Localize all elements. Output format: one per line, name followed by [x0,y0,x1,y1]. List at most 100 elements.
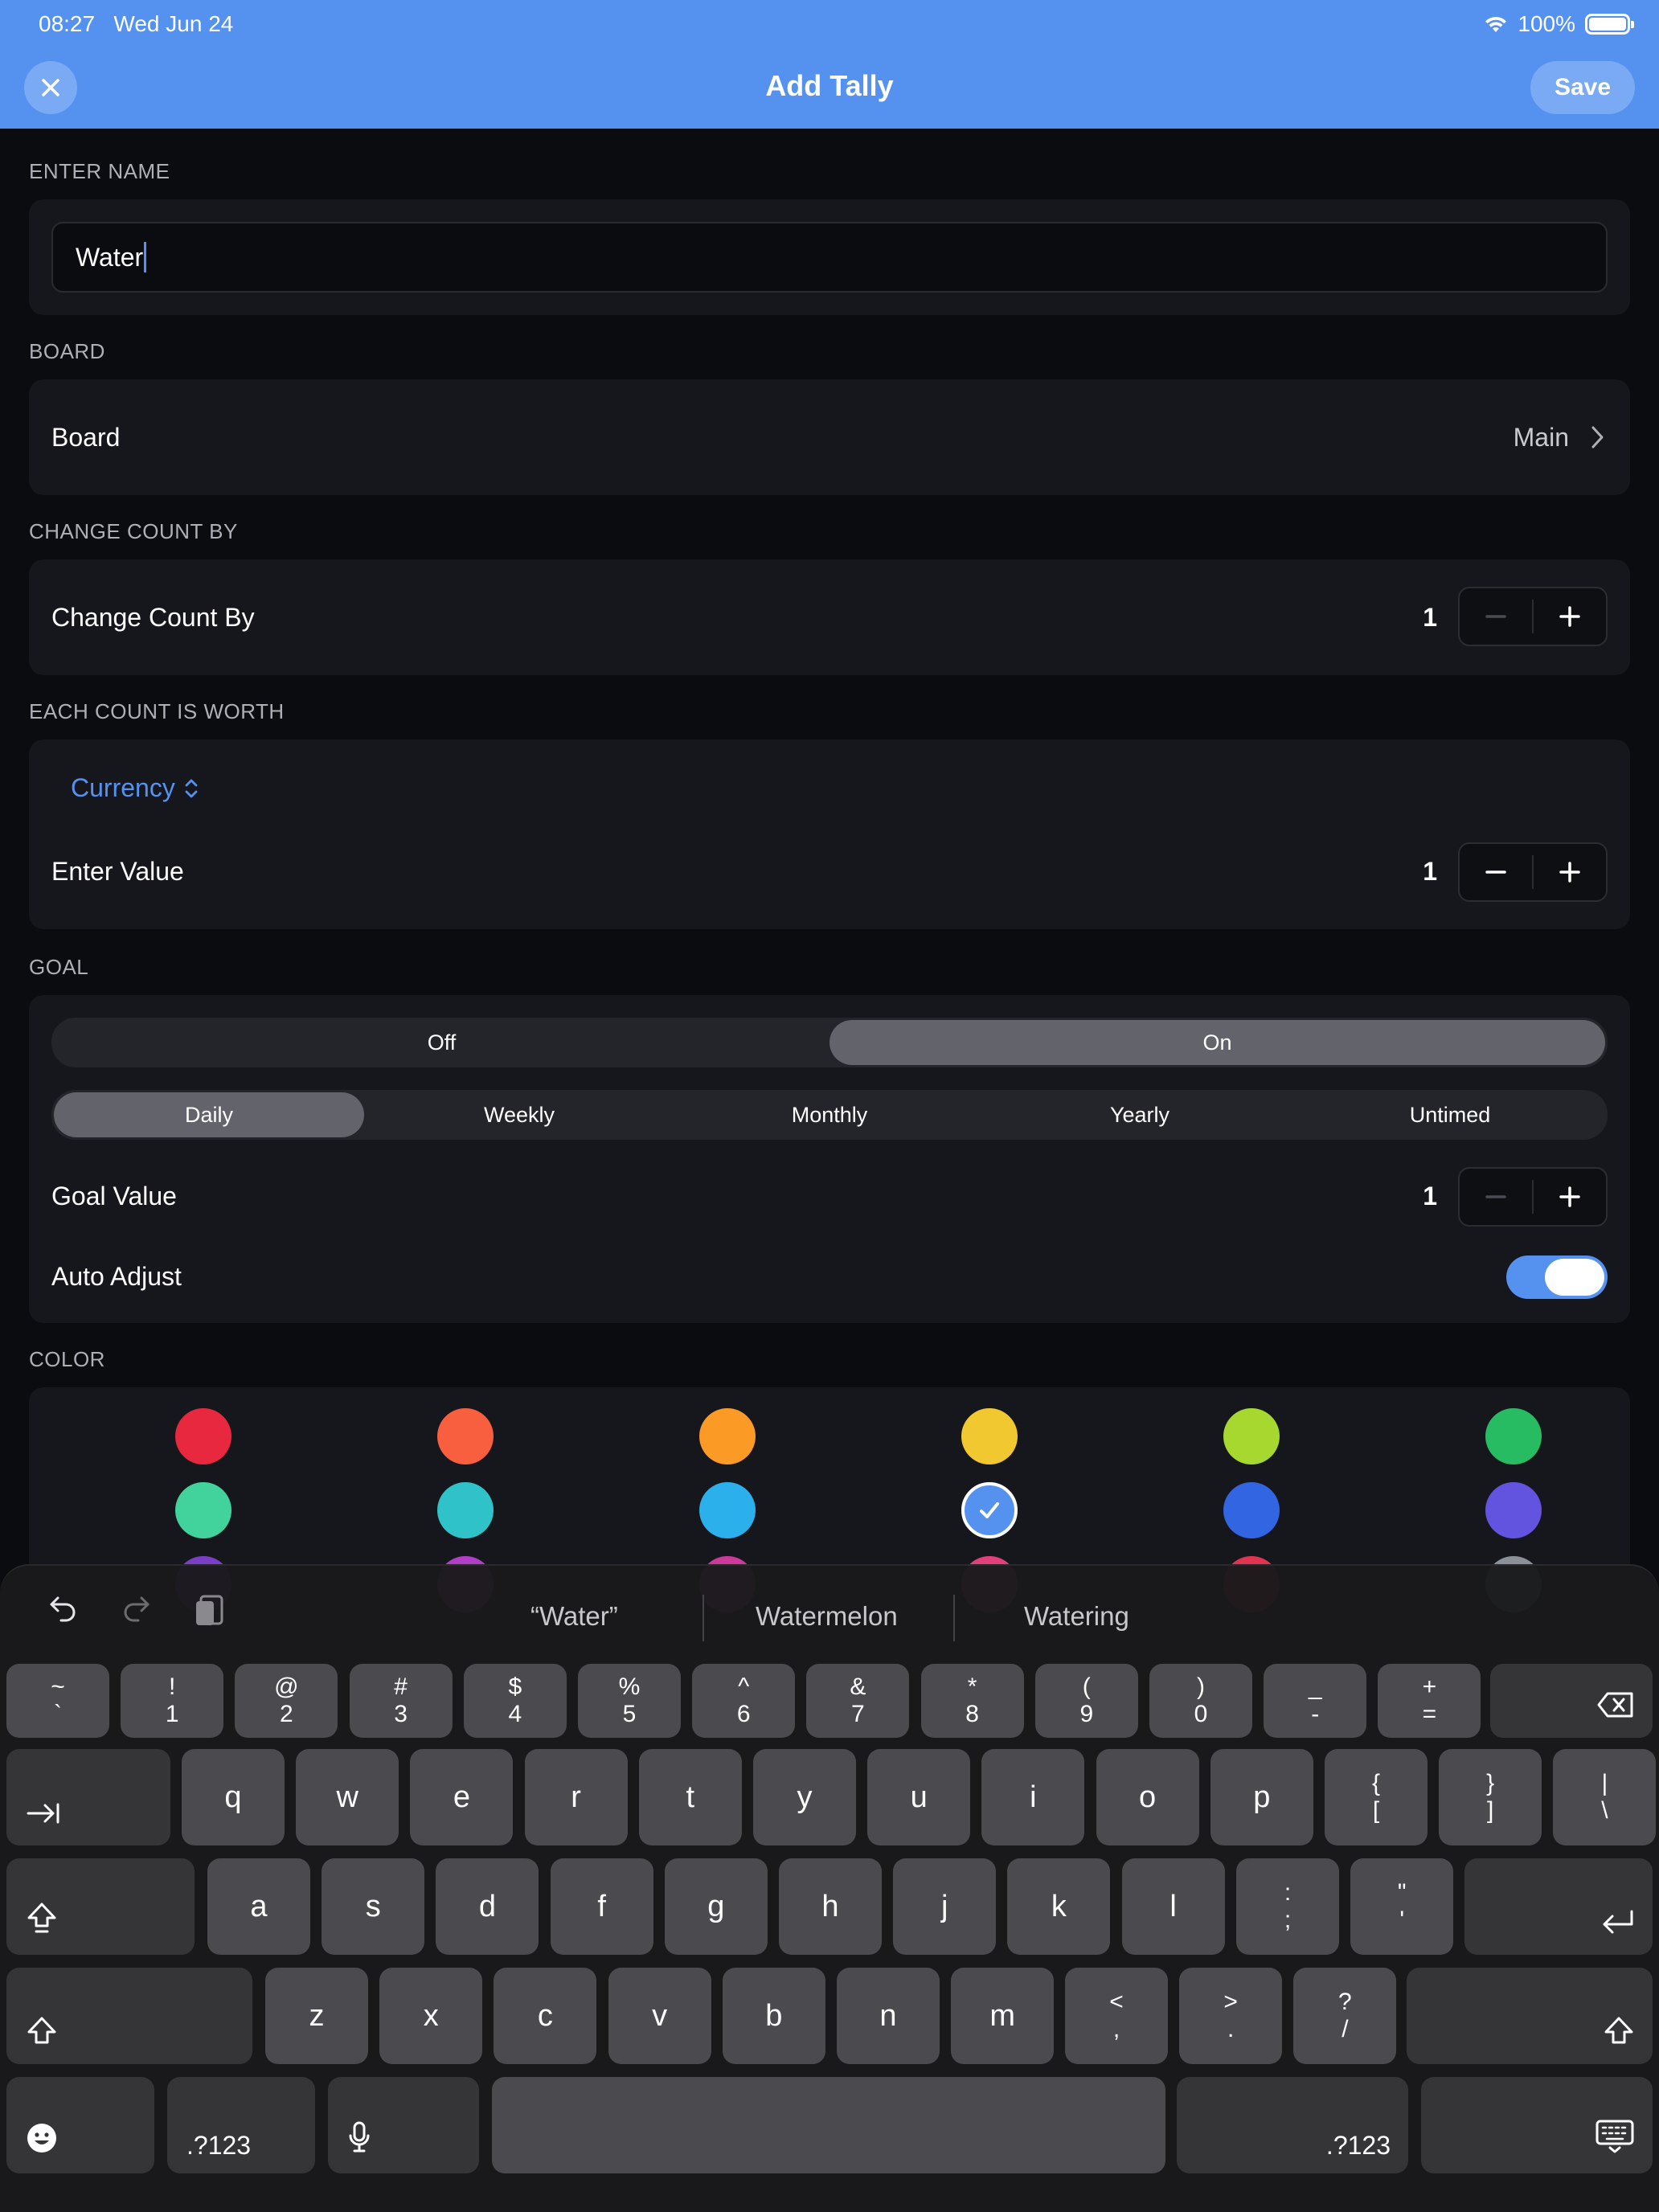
key-sym-0[interactable]: <, [1065,1968,1168,2064]
key-sym[interactable]: + = [1378,1664,1481,1738]
color-swatch[interactable] [437,1408,494,1464]
key-y[interactable]: y [753,1749,856,1845]
goal-off-option[interactable]: Off [54,1020,830,1065]
key-4[interactable]: $4 [463,1664,567,1738]
key-q[interactable]: q [182,1749,285,1845]
color-swatch[interactable] [1485,1408,1542,1464]
period-monthly[interactable]: Monthly [674,1092,985,1137]
color-swatch[interactable] [1485,1482,1542,1538]
period-daily[interactable]: Daily [54,1092,364,1137]
key-punct-0[interactable]: :; [1236,1858,1339,1955]
numbers-key-left[interactable]: .?123 [167,2077,315,2173]
change-count-decrement[interactable] [1460,588,1532,645]
name-input[interactable]: Water [51,222,1608,293]
key-k[interactable]: k [1007,1858,1111,1955]
key-i[interactable]: i [981,1749,1085,1845]
suggestion-3[interactable]: Watering [1024,1601,1129,1632]
key-sym-2[interactable]: ? / [1293,1968,1397,2064]
key-m[interactable]: m [951,1968,1055,2064]
key-3[interactable]: #3 [349,1664,453,1738]
key-label: u [910,1780,928,1814]
suggestion-1[interactable]: “Water” [530,1601,618,1632]
undo-icon[interactable] [45,1590,80,1625]
key-7[interactable]: & 7 [806,1664,910,1738]
key-x[interactable]: x [379,1968,483,2064]
key-2[interactable]: @2 [235,1664,338,1738]
key-5[interactable]: % 5 [578,1664,681,1738]
key-bracket-1[interactable]: }] [1439,1749,1542,1845]
color-swatch[interactable] [699,1408,756,1464]
shift-key-left[interactable] [6,1968,252,2064]
key-8[interactable]: * 8 [920,1664,1024,1738]
paste-icon[interactable] [193,1590,228,1628]
emoji-key[interactable] [6,2077,154,2173]
currency-picker-label: Currency [71,773,175,802]
key-h[interactable]: h [779,1858,882,1955]
key-punct-1[interactable]: " ' [1350,1858,1454,1955]
color-swatch[interactable] [961,1482,1018,1538]
key-p[interactable]: p [1210,1749,1313,1845]
key-g[interactable]: g [664,1858,768,1955]
key-c[interactable]: c [494,1968,597,2064]
delete-key[interactable] [1490,1664,1653,1738]
redo-icon[interactable] [119,1590,154,1625]
key-w[interactable]: w [296,1749,399,1845]
goal-value-decrement[interactable] [1460,1169,1532,1225]
key-j[interactable]: j [893,1858,997,1955]
enter-value-increment[interactable] [1534,844,1606,900]
key-s[interactable]: s [322,1858,425,1955]
key-b[interactable]: b [722,1968,825,2064]
color-swatch[interactable] [1223,1408,1280,1464]
space-key[interactable] [492,2077,1165,2173]
numbers-key-right[interactable]: .?123 [1177,2077,1408,2173]
enter-value-decrement[interactable] [1460,844,1532,900]
change-count-increment[interactable] [1534,588,1606,645]
key-sym[interactable]: _ - [1264,1664,1367,1738]
key-bracket-0[interactable]: {[ [1325,1749,1428,1845]
key-sym-1[interactable]: >. [1179,1968,1283,2064]
period-weekly[interactable]: Weekly [364,1092,674,1137]
goal-on-option[interactable]: On [830,1020,1605,1065]
color-swatch[interactable] [1223,1482,1280,1538]
board-row[interactable]: Board Main [29,379,1630,495]
period-untimed[interactable]: Untimed [1295,1092,1605,1137]
goal-value-increment[interactable] [1534,1169,1606,1225]
suggestion-2[interactable]: Watermelon [756,1601,898,1632]
currency-picker[interactable]: Currency [71,773,199,803]
key-n[interactable]: n [837,1968,940,2064]
color-swatch[interactable] [175,1482,231,1538]
color-swatch[interactable] [699,1482,756,1538]
key-e[interactable]: e [410,1749,514,1845]
color-swatch[interactable] [175,1408,231,1464]
key-9[interactable]: (9 [1034,1664,1138,1738]
key-t[interactable]: t [638,1749,742,1845]
key-z[interactable]: z [265,1968,368,2064]
hide-keyboard-key[interactable] [1421,2077,1653,2173]
key-v[interactable]: v [608,1968,711,2064]
key-f[interactable]: f [550,1858,653,1955]
return-key[interactable] [1464,1858,1653,1955]
key-u[interactable]: u [867,1749,971,1845]
key-shift-label: | [1601,1770,1608,1796]
shift-key-right[interactable] [1407,1968,1653,2064]
key-a[interactable]: a [207,1858,310,1955]
key-o[interactable]: o [1096,1749,1199,1845]
tab-key[interactable] [6,1749,170,1845]
color-swatch[interactable] [437,1482,494,1538]
caps-lock-key[interactable] [6,1858,195,1955]
key-d[interactable]: d [436,1858,539,1955]
key-r[interactable]: r [524,1749,628,1845]
key-label: f [597,1889,606,1923]
period-yearly[interactable]: Yearly [985,1092,1295,1137]
key-6[interactable]: ^ 6 [692,1664,796,1738]
color-swatch[interactable] [961,1408,1018,1464]
auto-adjust-toggle[interactable] [1506,1256,1608,1299]
dictation-key[interactable] [328,2077,479,2173]
key-bracket-2[interactable]: | \ [1553,1749,1657,1845]
key-1[interactable]: ! 1 [121,1664,224,1738]
key-l[interactable]: l [1121,1858,1225,1955]
delete-icon [1597,1692,1633,1718]
save-button[interactable]: Save [1530,61,1635,114]
key-0[interactable]: ) 0 [1149,1664,1252,1738]
key-sym[interactable]: ~ ` [6,1664,109,1738]
